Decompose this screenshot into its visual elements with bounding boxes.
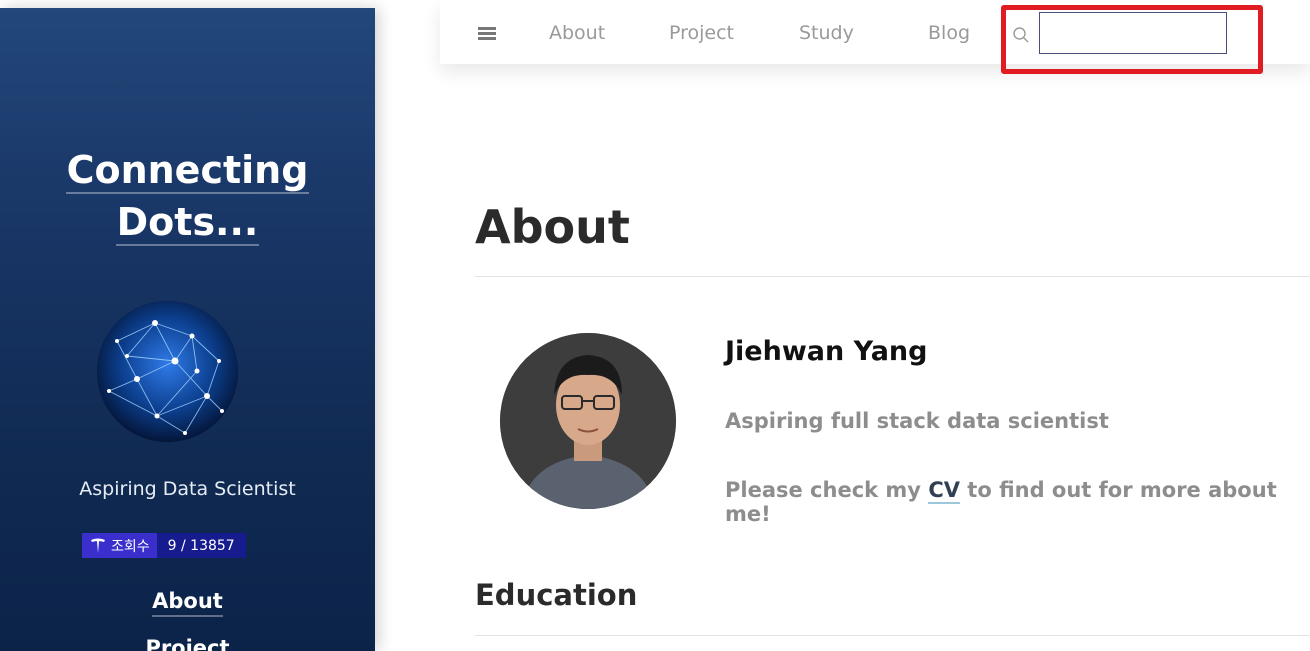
network-globe-image	[97, 301, 238, 442]
sidebar-item-project[interactable]: Project	[0, 625, 375, 651]
title-divider	[475, 276, 1310, 277]
cv-link[interactable]: CV	[928, 478, 960, 504]
profile-photo	[500, 333, 676, 509]
hit-counter-value: 9 / 13857	[156, 533, 246, 558]
sidebar-nav: About Project	[0, 578, 375, 651]
hamburger-menu-icon[interactable]	[478, 27, 496, 41]
profile-subtitle: Aspiring full stack data scientist	[725, 409, 1109, 433]
profile-cv-line: Please check my CV to find out for more …	[725, 478, 1310, 526]
sidebar-avatar[interactable]	[97, 301, 238, 442]
section-divider	[475, 635, 1310, 636]
hit-counter-label-text: 조회수	[111, 538, 150, 555]
site-title[interactable]: Connecting Dots...	[0, 144, 375, 248]
section-heading-education: Education	[475, 578, 638, 612]
page-title: About	[475, 200, 630, 254]
annotation-highlight-box	[1001, 5, 1263, 74]
hit-counter-badge: 조회수 9 / 13857	[82, 533, 246, 558]
cv-line-prefix: Please check my	[725, 478, 929, 502]
sidebar-tagline: Aspiring Data Scientist	[79, 478, 296, 500]
sidebar: Connecting Dots... Aspiring Data Scienti…	[0, 8, 375, 651]
profile-portrait-image	[500, 333, 676, 509]
tesla-logo-icon	[91, 538, 105, 553]
sidebar-item-about[interactable]: About	[0, 578, 375, 625]
sidebar-item-label: Project	[145, 636, 230, 651]
sidebar-item-label: About	[152, 589, 223, 617]
site-title-line1[interactable]: Connecting	[65, 148, 310, 194]
top-nav-study[interactable]: Study	[799, 22, 854, 44]
person-name: Jiehwan Yang	[725, 336, 928, 367]
top-nav-project[interactable]: Project	[669, 22, 734, 44]
top-nav-about[interactable]: About	[549, 22, 605, 44]
hit-counter-label: 조회수	[82, 533, 157, 558]
top-nav-blog[interactable]: Blog	[928, 22, 970, 44]
site-title-line2[interactable]: Dots...	[115, 200, 260, 246]
